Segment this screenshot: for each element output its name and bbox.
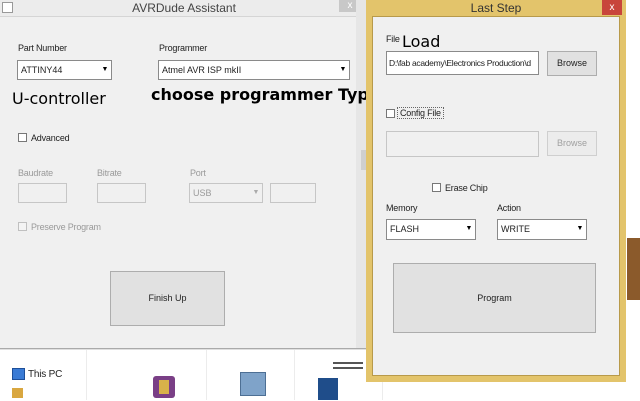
chevron-down-icon: ▼ bbox=[101, 66, 109, 73]
browse-button[interactable]: Browse bbox=[547, 51, 597, 76]
file-path-input[interactable]: D:\fab academy\Electronics Production\d bbox=[386, 51, 539, 75]
config-browse-button[interactable]: Browse bbox=[547, 131, 597, 156]
part-number-value: ATTINY44 bbox=[21, 65, 63, 75]
action-label: Action bbox=[497, 203, 521, 213]
bitrate-input[interactable] bbox=[97, 183, 146, 203]
chevron-down-icon: ▼ bbox=[252, 189, 260, 196]
bitrate-label: Bitrate bbox=[97, 168, 122, 178]
chevron-down-icon: ▼ bbox=[465, 225, 473, 232]
finish-up-button[interactable]: Finish Up bbox=[110, 271, 225, 326]
chevron-down-icon: ▼ bbox=[339, 66, 347, 73]
port-label: Port bbox=[190, 168, 206, 178]
chevron-down-icon: ▼ bbox=[576, 225, 584, 232]
folder-icon bbox=[12, 388, 23, 398]
explorer-strip: This PC bbox=[0, 349, 383, 401]
winrar-icon-band bbox=[159, 380, 169, 394]
erase-chip-checkbox[interactable] bbox=[432, 183, 441, 192]
annotation-choose-programmer: choose programmer Type bbox=[151, 85, 380, 104]
last-close-icon[interactable]: x bbox=[602, 0, 622, 15]
menu-lines-icon bbox=[333, 367, 363, 369]
avrdude-assistant-window: AVRDude Assistant x Part Number ATTINY44… bbox=[0, 0, 380, 349]
port-value: USB bbox=[193, 188, 212, 198]
annotation-u-controller: U-controller bbox=[12, 89, 106, 108]
main-window-title: AVRDude Assistant bbox=[132, 1, 236, 15]
background-image-fragment bbox=[627, 238, 640, 300]
menu-lines-icon bbox=[333, 362, 363, 364]
computer-icon bbox=[12, 368, 25, 380]
installer-icon[interactable] bbox=[240, 372, 266, 396]
file-label: File bbox=[386, 34, 400, 44]
program-button[interactable]: Program bbox=[393, 263, 596, 333]
port-select[interactable]: USB ▼ bbox=[189, 183, 263, 203]
advanced-checkbox[interactable] bbox=[18, 133, 27, 142]
port-extra-input[interactable] bbox=[270, 183, 316, 203]
part-number-label: Part Number bbox=[18, 43, 67, 53]
app-shortcut-icon[interactable] bbox=[318, 378, 338, 400]
this-pc-item[interactable]: This PC bbox=[28, 369, 62, 380]
memory-value: FLASH bbox=[390, 224, 420, 234]
preserve-program-checkbox[interactable] bbox=[18, 222, 27, 231]
action-value: WRITE bbox=[501, 224, 530, 234]
config-file-checkbox[interactable] bbox=[386, 109, 395, 118]
config-file-input[interactable] bbox=[386, 131, 539, 157]
baudrate-label: Baudrate bbox=[18, 168, 53, 178]
memory-select[interactable]: FLASH ▼ bbox=[386, 219, 476, 240]
erase-chip-label: Erase Chip bbox=[445, 183, 488, 193]
main-titlebar[interactable]: AVRDude Assistant x bbox=[0, 0, 368, 17]
programmer-value: Atmel AVR ISP mkII bbox=[162, 65, 242, 75]
last-step-content: File Load D:\fab academy\Electronics Pro… bbox=[372, 16, 620, 376]
file-path-value: D:\fab academy\Electronics Production\d bbox=[389, 58, 531, 68]
action-select[interactable]: WRITE ▼ bbox=[497, 219, 587, 240]
config-file-label: Config File bbox=[397, 107, 444, 119]
programmer-select[interactable]: Atmel AVR ISP mkII ▼ bbox=[158, 60, 350, 80]
advanced-label: Advanced bbox=[31, 133, 70, 143]
annotation-load: Load bbox=[402, 32, 441, 51]
last-step-title: Last Step bbox=[470, 1, 522, 15]
preserve-program-label: Preserve Program bbox=[31, 222, 101, 232]
part-number-select[interactable]: ATTINY44 ▼ bbox=[17, 60, 112, 80]
baudrate-input[interactable] bbox=[18, 183, 67, 203]
programmer-label: Programmer bbox=[159, 43, 208, 53]
last-step-window: Last Step x File Load D:\fab academy\Ele… bbox=[366, 0, 626, 382]
memory-label: Memory bbox=[386, 203, 418, 213]
